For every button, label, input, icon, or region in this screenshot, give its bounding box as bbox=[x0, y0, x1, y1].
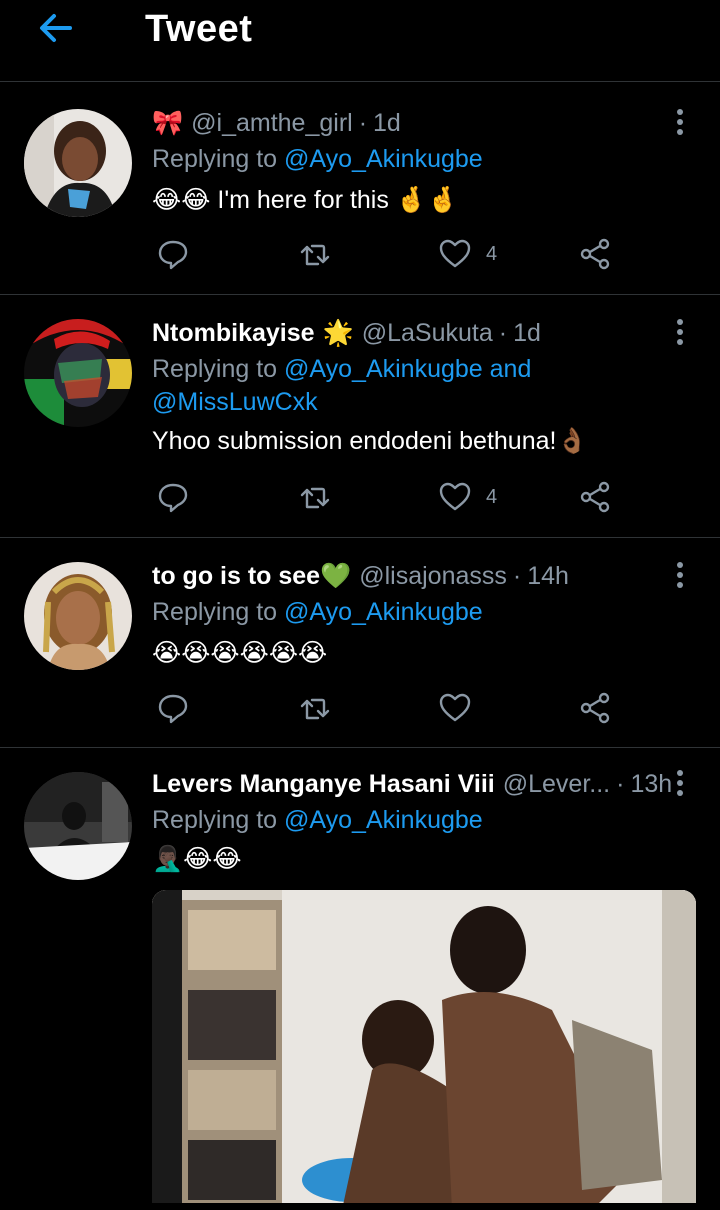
like-count: 4 bbox=[486, 485, 498, 508]
tweet-item[interactable]: 🎀 @i_amthe_girl · 1d Replying to @Ayo_Ak… bbox=[0, 83, 720, 295]
share-button[interactable] bbox=[578, 688, 612, 728]
replying-to: Replying to @Ayo_Akinkugbe and @MissLuwC… bbox=[152, 353, 672, 419]
avatar[interactable] bbox=[24, 772, 132, 880]
display-name[interactable]: Ntombikayise bbox=[152, 319, 315, 348]
reply-button[interactable] bbox=[156, 477, 190, 517]
separator: · bbox=[498, 319, 508, 347]
replying-to-label: Replying to bbox=[152, 598, 285, 626]
user-emoji-badge: 🌟 bbox=[322, 319, 354, 347]
more-options-icon[interactable] bbox=[668, 768, 692, 798]
tweet-text: 🤦🏿‍♂️😂😂 bbox=[152, 845, 242, 873]
retweet-icon bbox=[300, 487, 330, 509]
heart-icon bbox=[439, 239, 471, 268]
tweet-actions: 4 bbox=[152, 477, 622, 517]
like-button[interactable]: 4 bbox=[438, 477, 497, 517]
like-button[interactable]: 4 bbox=[438, 234, 497, 274]
retweet-button[interactable] bbox=[298, 477, 332, 517]
user-handle[interactable]: @i_amthe_girl bbox=[191, 109, 353, 138]
separator: · bbox=[616, 770, 625, 798]
avatar[interactable] bbox=[24, 562, 132, 670]
replying-to-label: Replying to bbox=[152, 145, 285, 173]
user-emoji-badge: 💚 bbox=[320, 562, 352, 590]
display-name[interactable]: to go is to see💚 bbox=[152, 562, 351, 591]
replying-to: Replying to @Ayo_Akinkugbe bbox=[152, 596, 672, 629]
page-title: Tweet bbox=[145, 8, 253, 50]
share-icon bbox=[580, 238, 610, 270]
avatar[interactable] bbox=[24, 109, 132, 217]
reply-icon bbox=[158, 694, 188, 724]
retweet-icon bbox=[300, 698, 330, 720]
arrow-left-icon bbox=[40, 14, 72, 42]
share-button[interactable] bbox=[578, 234, 612, 274]
display-name-text: to go is to see bbox=[152, 562, 321, 590]
retweet-icon bbox=[300, 244, 330, 266]
mention-link[interactable]: @Ayo_Akinkugbe bbox=[284, 598, 483, 626]
mention-link-2[interactable]: @MissLuwCxk bbox=[152, 388, 318, 416]
tweet-actions bbox=[152, 688, 622, 728]
tweet-media-image[interactable] bbox=[152, 890, 696, 1210]
reply-button[interactable] bbox=[156, 234, 190, 274]
back-button[interactable] bbox=[34, 6, 78, 50]
user-handle[interactable]: @lisajonasss bbox=[359, 562, 507, 591]
heart-icon bbox=[439, 693, 471, 722]
tweet-time[interactable]: 1d bbox=[513, 319, 541, 348]
display-name[interactable]: Levers Manganye Hasani Viii bbox=[152, 770, 495, 799]
replying-to-label: Replying to bbox=[152, 806, 285, 834]
share-icon bbox=[580, 481, 610, 513]
mention-link[interactable]: @Ayo_Akinkugbe and bbox=[284, 355, 531, 383]
tweet-actions: 4 bbox=[152, 234, 622, 274]
user-handle[interactable]: @LaSukuta bbox=[362, 319, 493, 348]
reply-button[interactable] bbox=[156, 688, 190, 728]
separator: · bbox=[512, 562, 522, 590]
avatar[interactable] bbox=[24, 319, 132, 427]
separator: · bbox=[358, 109, 368, 137]
mention-link[interactable]: @Ayo_Akinkugbe bbox=[284, 145, 483, 173]
tweet-text: Yhoo submission endodeni bethuna!👌🏾 bbox=[152, 427, 588, 455]
replying-to-label: Replying to bbox=[152, 355, 285, 383]
share-button[interactable] bbox=[578, 477, 612, 517]
reply-icon bbox=[158, 483, 188, 513]
replying-to: Replying to @Ayo_Akinkugbe bbox=[152, 143, 672, 176]
replying-to: Replying to @Ayo_Akinkugbe bbox=[152, 804, 672, 837]
retweet-button[interactable] bbox=[298, 234, 332, 274]
tweet-text: 😭😭😭😭😭😭 bbox=[152, 639, 328, 667]
like-count: 4 bbox=[486, 242, 498, 265]
more-options-icon[interactable] bbox=[668, 560, 692, 590]
tweet-time[interactable]: 1d bbox=[373, 109, 401, 138]
top-bar: Tweet bbox=[0, 0, 720, 82]
tweet-item[interactable]: Ntombikayise 🌟 @LaSukuta · 1d Replying t… bbox=[0, 295, 720, 538]
like-button[interactable] bbox=[438, 688, 472, 728]
tweet-item[interactable]: to go is to see💚 @lisajonasss · 14h Repl… bbox=[0, 538, 720, 748]
bottom-edge bbox=[0, 1203, 720, 1210]
mention-link[interactable]: @Ayo_Akinkugbe bbox=[284, 806, 483, 834]
user-handle[interactable]: @Lever... bbox=[503, 770, 610, 799]
user-emoji-badge: 🎀 bbox=[152, 109, 184, 137]
heart-icon bbox=[439, 482, 471, 511]
retweet-button[interactable] bbox=[298, 688, 332, 728]
more-options-icon[interactable] bbox=[668, 317, 692, 347]
more-options-icon[interactable] bbox=[668, 107, 692, 137]
share-icon bbox=[580, 692, 610, 724]
reply-icon bbox=[158, 240, 188, 270]
tweet-time[interactable]: 14h bbox=[527, 562, 569, 591]
tweet-text: 😂😂 I'm here for this 🤞🤞 bbox=[152, 186, 459, 214]
tweet-time[interactable]: 13h bbox=[630, 770, 672, 799]
